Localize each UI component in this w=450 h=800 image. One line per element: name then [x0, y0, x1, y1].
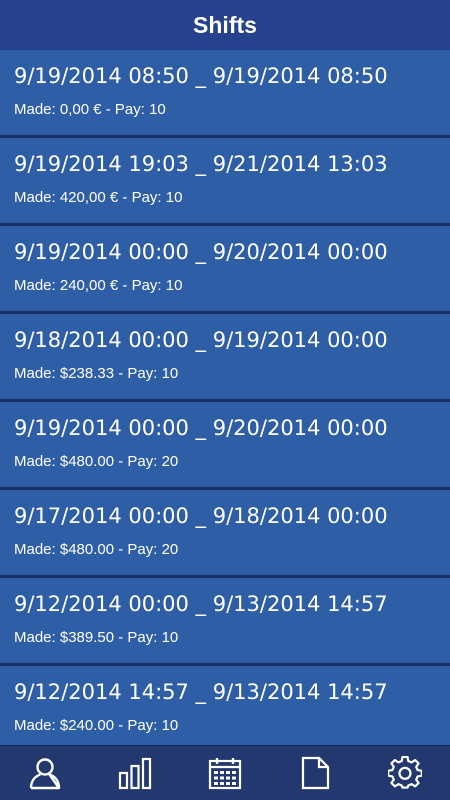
shift-item[interactable]: 9/12/2014 00:00 _ 9/13/2014 14:57 Made: … — [0, 578, 450, 663]
document-icon — [301, 756, 330, 790]
shift-list[interactable]: 9/19/2014 08:50 _ 9/19/2014 08:50 Made: … — [0, 50, 450, 745]
tab-profile[interactable] — [0, 746, 90, 800]
tab-calendar[interactable] — [180, 746, 270, 800]
shift-range: 9/18/2014 00:00 _ 9/19/2014 00:00 — [14, 328, 388, 352]
shift-range: 9/12/2014 14:57 _ 9/13/2014 14:57 — [14, 680, 388, 704]
shift-item[interactable]: 9/19/2014 00:00 _ 9/20/2014 00:00 Made: … — [0, 402, 450, 487]
user-icon — [29, 758, 61, 790]
gear-icon — [388, 756, 422, 789]
shift-made: Made: $480.00 - Pay: 20 — [14, 541, 179, 558]
tab-statistics[interactable] — [90, 746, 180, 800]
shift-item[interactable]: 9/19/2014 08:50 _ 9/19/2014 08:50 Made: … — [0, 50, 450, 135]
app-header: Shifts — [0, 0, 450, 50]
shift-item[interactable]: 9/19/2014 19:03 _ 9/21/2014 13:03 Made: … — [0, 138, 450, 223]
shift-made: Made: $240.00 - Pay: 10 — [14, 717, 179, 734]
shift-item[interactable]: 9/19/2014 00:00 _ 9/20/2014 00:00 Made: … — [0, 226, 450, 311]
shift-made: Made: $238.33 - Pay: 10 — [14, 365, 179, 382]
shift-made: Made: $389.50 - Pay: 10 — [14, 629, 179, 646]
shift-item[interactable]: 9/18/2014 00:00 _ 9/19/2014 00:00 Made: … — [0, 314, 450, 399]
bar-chart-icon — [118, 757, 152, 790]
shift-range: 9/17/2014 00:00 _ 9/18/2014 00:00 — [14, 504, 388, 528]
tab-settings[interactable] — [360, 746, 450, 800]
calendar-icon — [208, 758, 242, 790]
tab-reports[interactable] — [270, 746, 360, 800]
shift-item[interactable]: 9/17/2014 00:00 _ 9/18/2014 00:00 Made: … — [0, 490, 450, 575]
shift-range: 9/19/2014 00:00 _ 9/20/2014 00:00 — [14, 416, 388, 440]
page-title: Shifts — [193, 11, 257, 38]
shift-item[interactable]: 9/12/2014 14:57 _ 9/13/2014 14:57 Made: … — [0, 666, 450, 745]
shift-made: Made: $480.00 - Pay: 20 — [14, 453, 179, 470]
bottom-tab-bar — [0, 745, 450, 800]
shift-made: Made: 0,00 € - Pay: 10 — [14, 101, 166, 118]
shift-range: 9/12/2014 00:00 _ 9/13/2014 14:57 — [14, 592, 388, 616]
shift-range: 9/19/2014 00:00 _ 9/20/2014 00:00 — [14, 240, 388, 264]
shift-range: 9/19/2014 08:50 _ 9/19/2014 08:50 — [14, 64, 388, 88]
shift-made: Made: 240,00 € - Pay: 10 — [14, 277, 183, 294]
shift-range: 9/19/2014 19:03 _ 9/21/2014 13:03 — [14, 152, 388, 176]
shift-made: Made: 420,00 € - Pay: 10 — [14, 189, 183, 206]
